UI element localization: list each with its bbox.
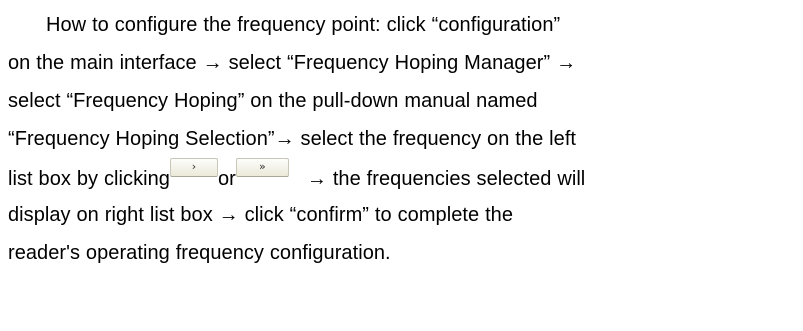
- line-2-text: on the main interface → select “Frequenc…: [8, 52, 577, 74]
- paragraph-line-1: How to configure the frequency point: cl…: [8, 6, 795, 44]
- line-1-text: How to configure the frequency point: cl…: [46, 14, 561, 36]
- move-one-arrow-button-image: ›: [169, 158, 218, 177]
- double-chevron-right-icon: »: [258, 160, 266, 173]
- paragraph-line-3: select “Frequency Hoping” on the pull-do…: [8, 82, 795, 120]
- paragraph-line-2: on the main interface → select “Frequenc…: [8, 44, 795, 82]
- paragraph-line-6: display on right list box → click “confi…: [8, 196, 795, 234]
- paragraph-line-5: list box by clicking › or » → the frequencie…: [8, 158, 795, 196]
- line-5-text-before: list box by clicking: [8, 168, 170, 190]
- line-6-text: display on right list box → click “confi…: [8, 204, 514, 226]
- paragraph-line-7: reader's operating frequency configurati…: [8, 234, 795, 272]
- move-all-arrow-button-image: »: [235, 158, 289, 177]
- line-3-text: select “Frequency Hoping” on the pull-do…: [8, 90, 538, 112]
- document-page: How to configure the frequency point: cl…: [0, 0, 803, 331]
- chevron-right-icon: ›: [191, 160, 197, 173]
- instruction-paragraph: How to configure the frequency point: cl…: [8, 6, 795, 272]
- line-4-text: “Frequency Hoping Selection”→ select the…: [8, 128, 577, 150]
- line-5-text-or: or: [217, 168, 236, 190]
- line-7-text: reader's operating frequency configurati…: [8, 242, 391, 264]
- paragraph-line-4: “Frequency Hoping Selection”→ select the…: [8, 120, 795, 158]
- line-5-text-after: → the frequencies selected will: [306, 168, 586, 190]
